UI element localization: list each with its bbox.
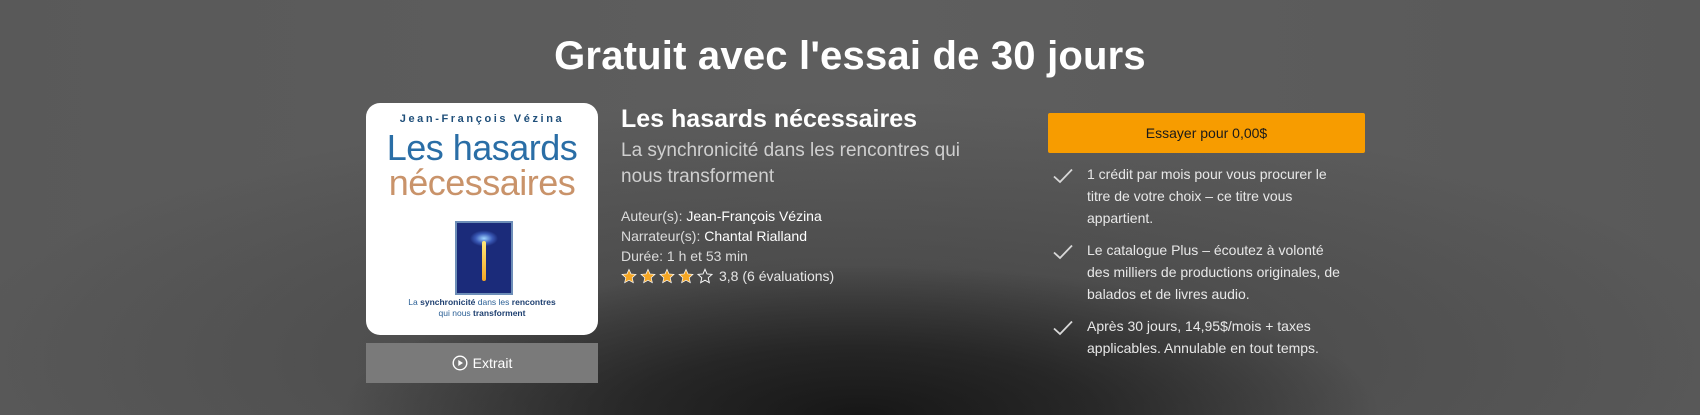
- star-full-icon: [659, 268, 675, 284]
- page-headline: Gratuit avec l'essai de 30 jours: [554, 34, 1146, 78]
- cover-author: Jean-François Vézina: [399, 113, 565, 125]
- checkmark-icon: [1051, 164, 1075, 188]
- star-empty-icon: [696, 268, 714, 284]
- cover-artwork: [455, 221, 513, 295]
- star-full-icon: [678, 268, 694, 284]
- sample-button-label: Extrait: [472, 355, 513, 371]
- benefit-text: Le catalogue Plus – écoutez à volonté de…: [1087, 242, 1340, 302]
- narrator-row: Narrateur(s): Chantal Rialland: [621, 226, 1001, 246]
- benefit-item: Le catalogue Plus – écoutez à volonté de…: [1048, 239, 1365, 305]
- cover-subtitle: La synchronicité dans les rencontres qui…: [408, 297, 556, 318]
- star-full-icon: [640, 268, 656, 284]
- duration: Durée: 1 h et 53 min: [621, 248, 748, 264]
- benefit-text: 1 crédit par mois pour vous procurer le …: [1087, 166, 1327, 226]
- checkmark-icon: [1051, 240, 1075, 264]
- benefit-item: Après 30 jours, 14,95$/mois + taxes appl…: [1048, 315, 1365, 359]
- star-full-icon: [621, 268, 637, 284]
- book-cover: Jean-François Vézina Les hasards nécessa…: [366, 103, 598, 335]
- book-meta: Auteur(s): Jean-François Vézina Narrateu…: [621, 206, 1001, 286]
- checkmark-icon: [1051, 316, 1075, 340]
- rating: 3,8 (6 évaluations): [621, 266, 1001, 286]
- author-link[interactable]: Jean-François Vézina: [686, 208, 821, 224]
- sample-button[interactable]: Extrait: [366, 343, 598, 383]
- benefit-item: 1 crédit par mois pour vous procurer le …: [1048, 163, 1365, 229]
- book-subtitle: La synchronicité dans les rencontres qui…: [621, 140, 961, 187]
- benefits-list: 1 crédit par mois pour vous procurer le …: [1048, 163, 1365, 359]
- narrator-link[interactable]: Chantal Rialland: [704, 228, 807, 244]
- author-label: Auteur(s):: [621, 208, 683, 224]
- cover-title-line2: nécessaires: [388, 162, 576, 203]
- benefit-text: Après 30 jours, 14,95$/mois + taxes appl…: [1087, 318, 1319, 356]
- try-free-button[interactable]: Essayer pour 0,00$: [1048, 113, 1365, 153]
- book-info: Les hasards nécessaires La synchronicité…: [621, 104, 1001, 286]
- book-title: Les hasards nécessaires: [621, 105, 918, 133]
- trial-panel: Essayer pour 0,00$ 1 crédit par mois pou…: [1048, 113, 1365, 369]
- play-circle-icon: [452, 355, 468, 371]
- rating-text: 3,8 (6 évaluations): [719, 268, 835, 284]
- narrator-label: Narrateur(s):: [621, 228, 701, 244]
- author-row: Auteur(s): Jean-François Vézina: [621, 206, 1001, 226]
